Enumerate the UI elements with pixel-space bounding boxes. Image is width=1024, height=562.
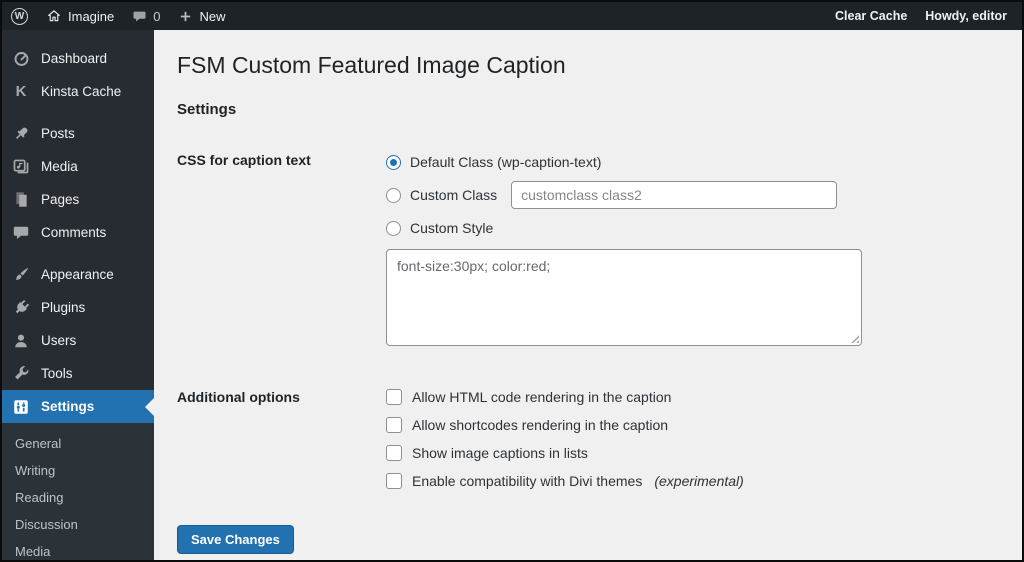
plus-icon (181, 11, 191, 21)
kinsta-icon: K (15, 83, 27, 100)
user-icon (11, 331, 31, 351)
sidebar-item-pages[interactable]: Pages (2, 183, 154, 216)
sidebar-item-label: Appearance (41, 267, 114, 282)
sidebar-item-media[interactable]: Media (2, 150, 154, 183)
sidebar-item-label: Plugins (41, 300, 86, 315)
allow-shortcodes-option[interactable]: Allow shortcodes rendering in the captio… (386, 416, 1022, 434)
media-icon (11, 157, 31, 177)
sidebar-item-label: Settings (41, 399, 95, 414)
comment-icon (11, 223, 31, 243)
allow-html-checkbox[interactable] (386, 389, 402, 405)
show-captions-label: Show image captions in lists (412, 445, 588, 461)
sliders-icon (11, 397, 31, 417)
admin-sidebar: Dashboard K Kinsta Cache Posts Media Pag… (2, 30, 154, 560)
home-icon (48, 10, 60, 22)
wordpress-menu[interactable]: W (2, 2, 37, 30)
account-menu[interactable]: Howdy, editor (916, 2, 1016, 30)
allow-html-label: Allow HTML code rendering in the caption (412, 389, 672, 405)
new-label: New (199, 8, 226, 24)
sidebar-item-dashboard[interactable]: Dashboard (2, 42, 154, 75)
clear-cache-button[interactable]: Clear Cache (826, 2, 916, 30)
sidebar-item-users[interactable]: Users (2, 324, 154, 357)
css-caption-row: CSS for caption text Default Class (wp-c… (177, 151, 1022, 346)
sidebar-item-label: Media (41, 159, 78, 174)
save-changes-button[interactable]: Save Changes (177, 525, 294, 554)
sidebar-item-label: Kinsta Cache (41, 84, 122, 99)
custom-style-radio[interactable] (386, 220, 401, 236)
sidebar-item-label: Users (41, 333, 77, 348)
custom-class-radio[interactable] (386, 187, 401, 203)
sidebar-item-label: Tools (41, 366, 73, 381)
clear-cache-label: Clear Cache (835, 9, 908, 23)
sidebar-item-tools[interactable]: Tools (2, 357, 154, 390)
submenu-item-general[interactable]: General (2, 430, 154, 457)
custom-class-input[interactable] (511, 181, 838, 209)
allow-shortcodes-label: Allow shortcodes rendering in the captio… (412, 417, 669, 433)
additional-options-row: Additional options Allow HTML code rende… (177, 388, 1022, 500)
default-class-radio[interactable] (386, 154, 401, 170)
pin-icon (11, 124, 31, 144)
custom-class-option-label: Custom Class (410, 187, 498, 203)
divi-compat-option[interactable]: Enable compatibility with Divi themes (e… (386, 472, 1022, 490)
page-title: FSM Custom Featured Image Caption (177, 52, 566, 78)
new-content-menu[interactable]: New (169, 2, 234, 30)
brush-icon (11, 265, 31, 285)
sidebar-item-label: Dashboard (41, 51, 108, 66)
custom-style-option[interactable]: Custom Style (386, 217, 1022, 239)
wrench-icon (11, 364, 31, 384)
comments-shortcut[interactable]: 0 (123, 2, 169, 30)
css-caption-label: CSS for caption text (177, 152, 311, 168)
divi-compat-suffix: (experimental) (654, 473, 744, 489)
plug-icon (11, 298, 31, 318)
comment-bubble-icon (133, 11, 146, 21)
allow-shortcodes-checkbox[interactable] (386, 417, 402, 433)
site-name-link[interactable]: Imagine (37, 2, 123, 30)
dashboard-icon (11, 49, 31, 69)
show-captions-option[interactable]: Show image captions in lists (386, 444, 1022, 462)
wordpress-logo-letter: W (14, 10, 25, 22)
sidebar-item-label: Comments (41, 225, 107, 240)
settings-form: CSS for caption text Default Class (wp-c… (177, 151, 1022, 500)
site-name-label: Imagine (68, 8, 115, 24)
sidebar-item-kinsta-cache[interactable]: K Kinsta Cache (2, 75, 154, 108)
sidebar-item-plugins[interactable]: Plugins (2, 291, 154, 324)
sidebar-item-appearance[interactable]: Appearance (2, 258, 154, 291)
default-class-option-label: Default Class (wp-caption-text) (410, 154, 602, 170)
howdy-label: Howdy, editor (925, 9, 1007, 23)
submenu-item-discussion[interactable]: Discussion (2, 511, 154, 538)
sidebar-item-label: Posts (41, 126, 75, 141)
wordpress-logo-icon: W (11, 7, 28, 25)
admin-menu: Dashboard K Kinsta Cache Posts Media Pag… (2, 30, 154, 560)
show-captions-checkbox[interactable] (386, 445, 402, 461)
custom-class-option[interactable]: Custom Class (386, 181, 1022, 209)
allow-html-option[interactable]: Allow HTML code rendering in the caption (386, 388, 1022, 406)
default-class-option[interactable]: Default Class (wp-caption-text) (386, 151, 1022, 173)
sidebar-item-settings[interactable]: Settings (2, 390, 154, 423)
pages-icon (11, 190, 31, 210)
additional-options-label: Additional options (177, 389, 300, 405)
custom-style-textarea-wrap: font-size:30px; color:red; (386, 249, 862, 346)
submenu-item-media[interactable]: Media (2, 538, 154, 560)
admin-bar: W Imagine 0 New Clear Cache Howdy, edito… (2, 2, 1022, 30)
settings-submenu: General Writing Reading Discussion Media (2, 423, 154, 560)
submenu-item-reading[interactable]: Reading (2, 484, 154, 511)
sidebar-item-posts[interactable]: Posts (2, 117, 154, 150)
sidebar-item-label: Pages (41, 192, 80, 207)
custom-style-option-label: Custom Style (410, 220, 494, 236)
custom-style-textarea[interactable]: font-size:30px; color:red; (386, 249, 862, 346)
sidebar-item-comments[interactable]: Comments (2, 216, 154, 249)
section-title: Settings (177, 101, 237, 118)
comments-count: 0 (153, 8, 161, 24)
main-content: FSM Custom Featured Image Caption Settin… (154, 30, 1022, 560)
divi-compat-checkbox[interactable] (386, 473, 402, 489)
submenu-item-writing[interactable]: Writing (2, 457, 154, 484)
divi-compat-label: Enable compatibility with Divi themes (412, 473, 643, 489)
wordpress-admin-window: W Imagine 0 New Clear Cache Howdy, edito… (0, 0, 1024, 562)
